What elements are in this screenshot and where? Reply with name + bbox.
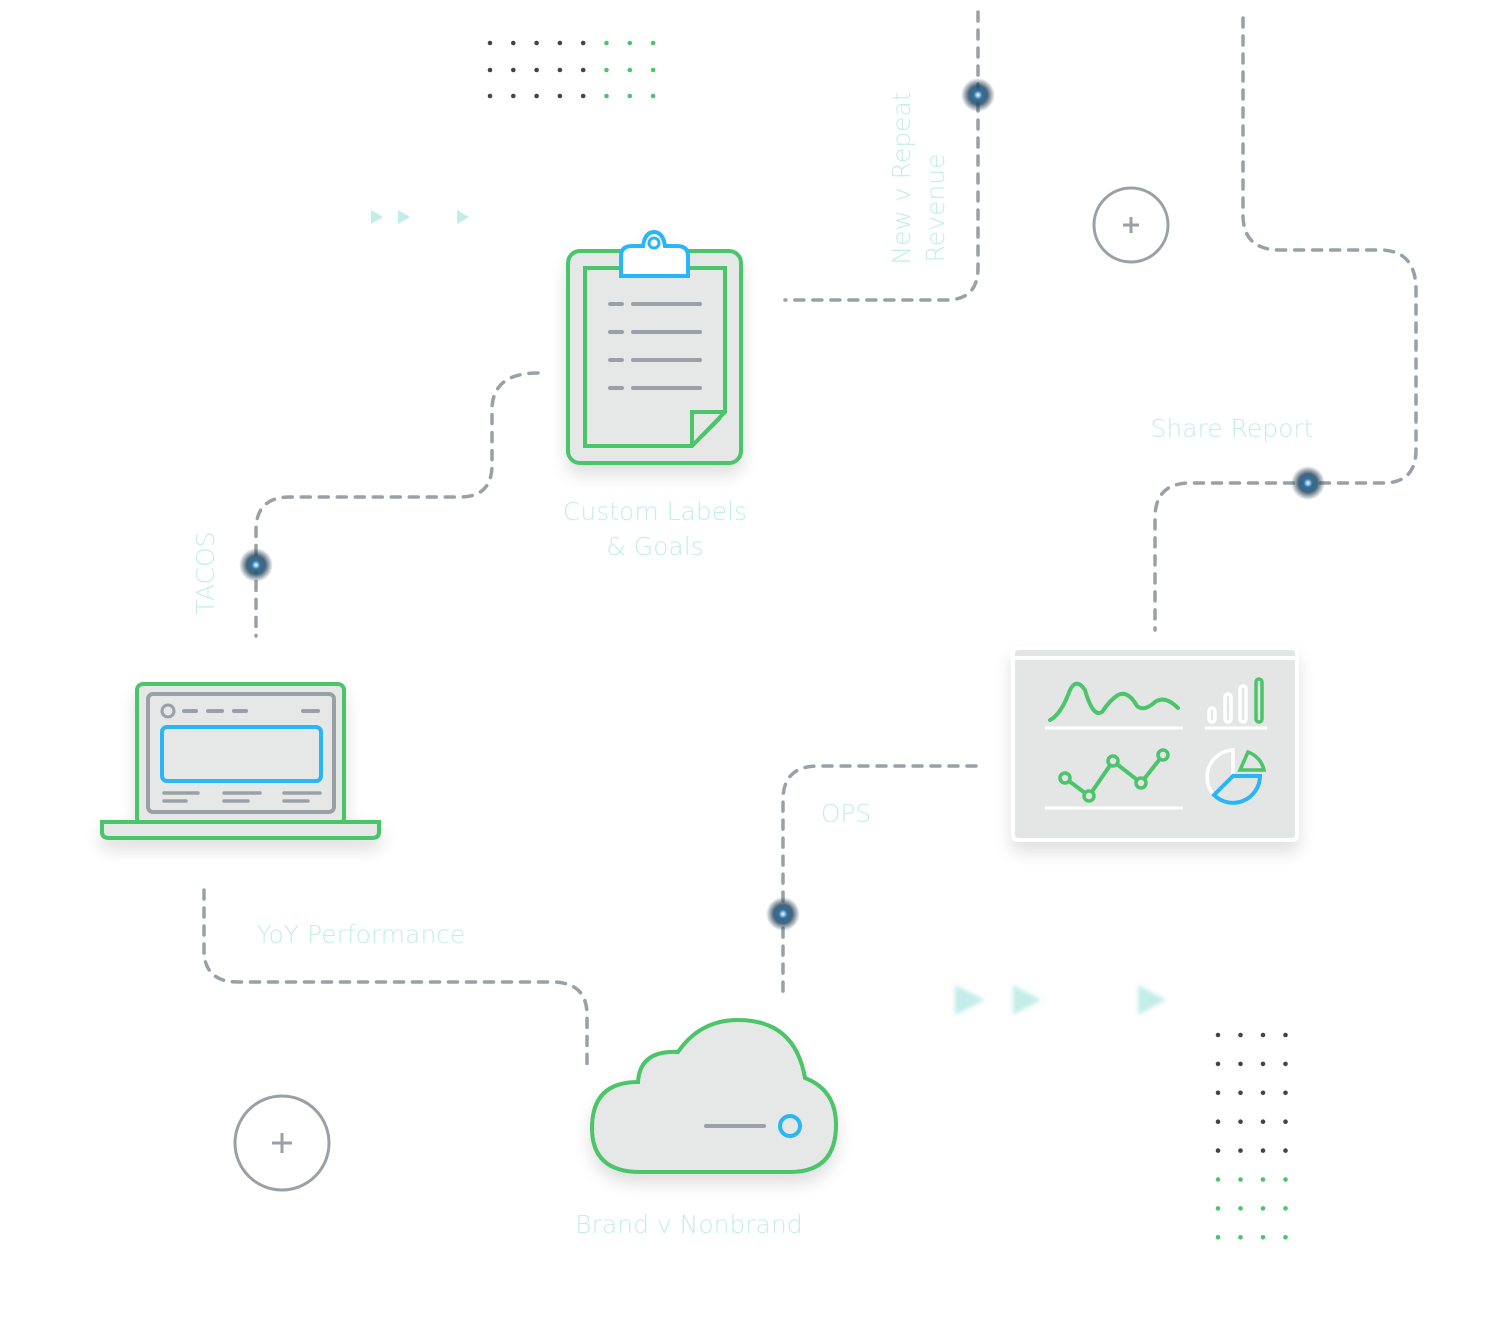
label-ops: OPS [821,799,872,828]
label-new-v-repeat: New v Repeat [887,91,916,264]
node-dot [766,897,800,931]
plus-icon [233,1094,331,1192]
grid-dot [1238,1235,1243,1240]
grid-dot [1215,1177,1221,1182]
connector-ops [781,764,978,997]
connector-yoy [202,888,589,1072]
grid-dot [511,67,516,73]
label-yoy-performance: YoY Performance [257,920,466,949]
grid-dot [1215,1206,1221,1211]
grid-dot [1215,1090,1221,1096]
grid-dot [1283,1090,1288,1096]
grid-dot [487,93,493,99]
grid-dot [650,67,656,73]
grid-dot [1283,1032,1288,1038]
node-dot [1291,466,1325,500]
dot-grid-top [487,40,656,99]
grid-dot [1238,1090,1243,1096]
grid-dot [1215,1119,1221,1124]
grid-dot [1283,1206,1288,1211]
grid-dot [534,93,539,99]
grid-dot [1238,1177,1243,1182]
grid-dot [604,93,609,99]
grid-dot [1283,1235,1288,1240]
connector-tacos [254,371,540,638]
grid-dot [580,67,586,73]
grid-dot [557,40,563,46]
arrow-triangles-top [371,210,469,224]
grid-dot [534,67,539,73]
label-brand-v-nonbrand: Brand v Nonbrand [575,1210,802,1239]
grid-dot [1215,1032,1221,1038]
grid-dot [1215,1235,1221,1240]
grid-dot [627,40,633,46]
plus-icon [1092,186,1170,264]
grid-dot [1260,1206,1266,1211]
label-revenue: Revenue [921,154,950,263]
grid-dot [1260,1235,1266,1240]
grid-dot [1215,1148,1221,1153]
grid-dot [1260,1061,1266,1067]
grid-dot [650,93,656,99]
diagram-canvas: Custom Labels & Goals Share Report TACOS… [100,10,1418,1240]
grid-dot [487,40,493,46]
grid-dot [627,93,633,99]
diagram-stage: Custom Labels & Goals Share Report TACOS… [0,0,1510,1331]
grid-dot [650,40,656,46]
dashboard-icon [1011,646,1299,842]
grid-dot [1283,1061,1288,1067]
grid-dot [557,93,563,99]
node-dot [239,548,273,582]
grid-dot [1215,1061,1221,1067]
connector-share-report [1153,16,1418,632]
cloud-icon [589,1017,839,1174]
grid-dot [1260,1177,1266,1182]
grid-dot [487,67,493,73]
grid-dot [604,40,609,46]
grid-dot [1283,1177,1288,1182]
grid-dot [1238,1061,1243,1067]
grid-dot [511,93,516,99]
label-tacos: TACOS [191,532,220,615]
grid-dot [1260,1148,1266,1153]
arrow-triangles-bottom [955,985,1166,1015]
grid-dot [511,40,516,46]
label-share-report: Share Report [1151,414,1314,443]
grid-dot [1283,1119,1288,1124]
grid-dot [580,40,586,46]
grid-dot [1238,1032,1243,1038]
grid-dot [580,93,586,99]
grid-dot [1238,1148,1243,1153]
grid-dot [1238,1206,1243,1211]
grid-dot [1238,1119,1243,1124]
grid-dot [534,40,539,46]
laptop-icon [100,682,381,840]
grid-dot [627,67,633,73]
grid-dot [1260,1032,1266,1038]
grid-dot [1260,1090,1266,1096]
label-custom-labels-goals: & Goals [606,532,703,561]
clipboard-icon [566,229,743,465]
dot-grid-right [1215,1032,1288,1240]
grid-dot [1260,1119,1266,1124]
node-dot [961,78,995,112]
grid-dot [557,67,563,73]
grid-dot [1283,1148,1288,1153]
label-custom-labels: Custom Labels [563,497,747,526]
grid-dot [604,67,609,73]
